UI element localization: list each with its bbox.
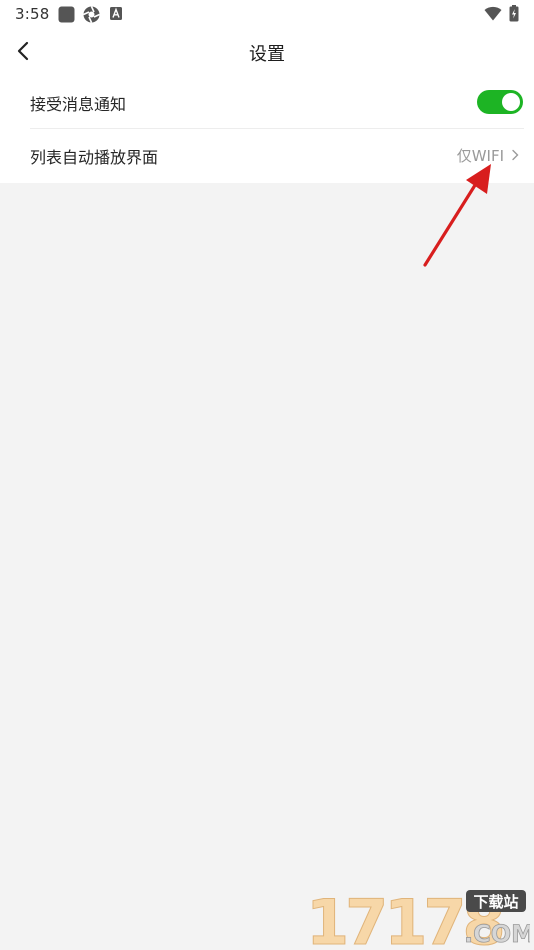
app-bar: 设置 <box>0 28 534 76</box>
wifi-icon <box>484 6 502 21</box>
svg-text:.COM: .COM <box>464 920 530 948</box>
autoplay-setting-label: 列表自动播放界面 <box>30 148 159 167</box>
page-title: 设置 <box>249 44 285 65</box>
svg-text:下载站: 下载站 <box>473 893 518 911</box>
toggle-knob <box>502 93 520 111</box>
battery-charging-icon <box>509 5 519 22</box>
aperture-icon <box>83 6 100 23</box>
chevron-right-icon <box>512 149 519 161</box>
annotation-arrow-icon <box>423 164 491 267</box>
watermark-logo: 17178 下载站 .COM <box>306 886 531 948</box>
status-bar: 3:58 <box>0 0 534 28</box>
font-a-icon <box>110 7 122 20</box>
notification-toggle[interactable] <box>477 90 523 114</box>
app-notification-icon <box>58 6 75 23</box>
notification-setting-row[interactable]: 接受消息通知 <box>0 76 534 129</box>
status-time: 3:58 <box>15 5 50 23</box>
notification-setting-label: 接受消息通知 <box>30 95 127 114</box>
